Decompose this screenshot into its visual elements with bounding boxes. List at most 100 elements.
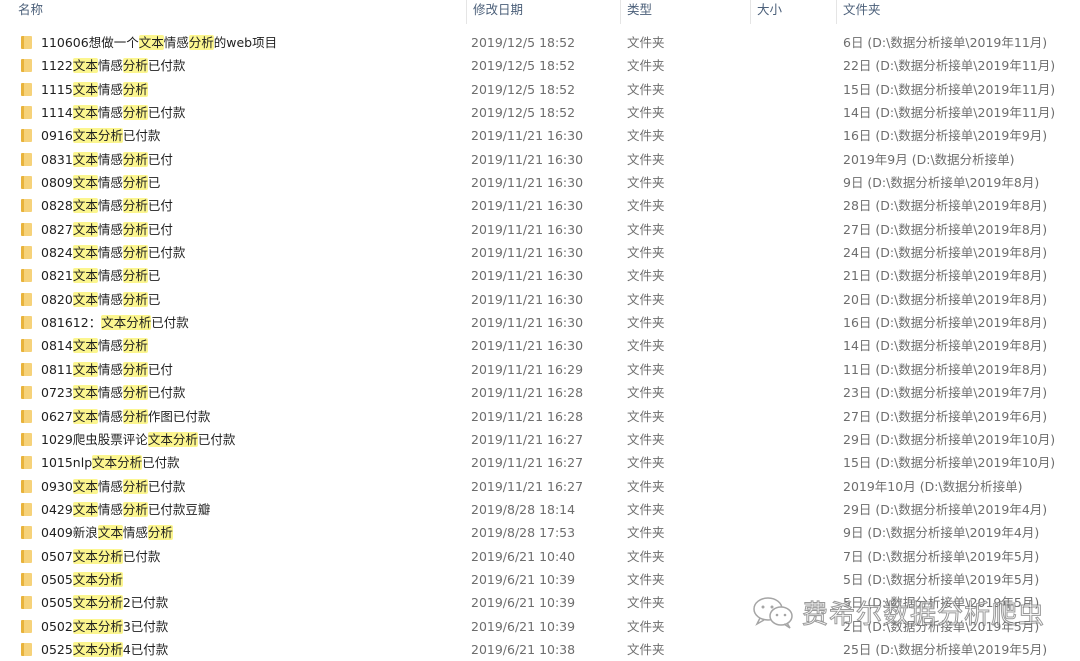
- folder-icon: [21, 642, 32, 656]
- table-row[interactable]: 0723文本情感分析已付款 2019/11/21 16:28 文件夹 23日 (D:\…: [0, 381, 1080, 404]
- file-name[interactable]: 0505文本分析2已付款: [41, 591, 168, 614]
- table-row[interactable]: 0811文本情感分析已付 2019/11/21 16:29 文件夹 11日 (D:\数…: [0, 358, 1080, 381]
- table-row[interactable]: 1015nlp文本分析已付款 2019/11/21 16:27 文件夹 15日 (D:…: [0, 451, 1080, 474]
- file-name[interactable]: 0916文本分析已付款: [41, 124, 160, 147]
- search-highlight: 文本分析: [72, 571, 123, 587]
- table-row[interactable]: 0409新浪文本情感分析 2019/8/28 17:53 文件夹 9日 (D:\数据分…: [0, 521, 1080, 544]
- file-name[interactable]: 0627文本情感分析作图已付款: [41, 405, 210, 428]
- table-row[interactable]: 110606想做一个文本情感分析的web项目 2019/12/5 18:52 文件夹…: [0, 31, 1080, 54]
- folder-icon: [21, 596, 32, 610]
- search-highlight: 分析: [188, 35, 214, 50]
- file-name[interactable]: 0821文本情感分析已: [41, 264, 160, 287]
- table-row[interactable]: 0627文本情感分析作图已付款 2019/11/21 16:28 文件夹 27日 (D…: [0, 405, 1080, 428]
- column-header-name[interactable]: 名称: [12, 0, 467, 24]
- table-row[interactable]: 0505文本分析2已付款 2019/6/21 10:39 文件夹 5日 (D:\数据分…: [0, 591, 1080, 614]
- file-name[interactable]: 0505文本分析: [41, 568, 123, 591]
- search-highlight: 文本: [138, 35, 164, 50]
- folder-icon-cell: [21, 316, 32, 330]
- file-name-text: 4已付款: [122, 641, 169, 657]
- file-name[interactable]: 0814文本情感分析: [41, 334, 148, 357]
- file-name[interactable]: 0409新浪文本情感分析: [41, 521, 173, 544]
- file-type: 文件夹: [627, 361, 665, 377]
- modified-date: 2019/11/21 16:30: [471, 151, 584, 167]
- table-row[interactable]: 0507文本分析已付款 2019/6/21 10:40 文件夹 7日 (D:\数据分析…: [0, 545, 1080, 568]
- file-name[interactable]: 0820文本情感分析已: [41, 288, 160, 311]
- file-name[interactable]: 0809文本情感分析已: [41, 171, 160, 194]
- file-name[interactable]: 1122文本情感分析已付款: [41, 54, 185, 77]
- folder-path: 2019年10月 (D:\数据分析接单): [843, 478, 1023, 494]
- table-row[interactable]: 1115文本情感分析 2019/12/5 18:52 文件夹 15日 (D:\数据分析…: [0, 78, 1080, 101]
- table-row[interactable]: 0916文本分析已付款 2019/11/21 16:30 文件夹 16日 (D:\数据…: [0, 124, 1080, 147]
- search-highlight: 分析: [122, 268, 148, 284]
- table-row[interactable]: 0824文本情感分析已付款 2019/11/21 16:30 文件夹 24日 (D:\…: [0, 241, 1080, 264]
- table-row[interactable]: 0930文本情感分析已付款 2019/11/21 16:27 文件夹 2019年10月…: [0, 475, 1080, 498]
- folder-icon: [21, 386, 32, 400]
- file-name[interactable]: 1114文本情感分析已付款: [41, 101, 185, 124]
- search-highlight: 分析: [122, 175, 148, 191]
- folder-icon-cell: [21, 386, 32, 400]
- table-row[interactable]: 0429文本情感分析已付款豆瓣 2019/8/28 18:14 文件夹 29日 (D:…: [0, 498, 1080, 521]
- table-row[interactable]: 0505文本分析 2019/6/21 10:39 文件夹 5日 (D:\数据分析接单\…: [0, 568, 1080, 591]
- file-name[interactable]: 0429文本情感分析已付款豆瓣: [41, 498, 210, 521]
- column-header-type[interactable]: 类型: [621, 0, 751, 24]
- file-name[interactable]: 0930文本情感分析已付款: [41, 475, 185, 498]
- file-name-text: 0814: [41, 338, 73, 354]
- file-name[interactable]: 0831文本情感分析已付: [41, 148, 173, 171]
- table-row[interactable]: 1122文本情感分析已付款 2019/12/5 18:52 文件夹 22日 (D:\数…: [0, 54, 1080, 77]
- folder-path: 29日 (D:\数据分析接单\2019年4月): [843, 501, 1048, 517]
- file-name[interactable]: 0827文本情感分析已付: [41, 218, 173, 241]
- column-header-type-label: 类型: [627, 2, 653, 17]
- file-name[interactable]: 0828文本情感分析已付: [41, 194, 173, 217]
- folder-path: 15日 (D:\数据分析接单\2019年10月): [843, 455, 1056, 471]
- file-type: 文件夹: [627, 105, 665, 121]
- table-row[interactable]: 0827文本情感分析已付 2019/11/21 16:30 文件夹 27日 (D:\数…: [0, 218, 1080, 241]
- file-name[interactable]: 0723文本情感分析已付款: [41, 381, 185, 404]
- folder-icon-cell: [21, 59, 32, 73]
- table-row[interactable]: 0525文本分析4已付款 2019/6/21 10:38 文件夹 25日 (D:\数据…: [0, 638, 1080, 661]
- file-name-text: 0809: [41, 175, 73, 191]
- table-row[interactable]: 081612：文本分析已付款 2019/11/21 16:30 文件夹 16日 (D:…: [0, 311, 1080, 334]
- search-highlight: 分析: [122, 245, 148, 261]
- file-name[interactable]: 0824文本情感分析已付款: [41, 241, 185, 264]
- table-row[interactable]: 0809文本情感分析已 2019/11/21 16:30 文件夹 9日 (D:\数据分…: [0, 171, 1080, 194]
- table-row[interactable]: 0821文本情感分析已 2019/11/21 16:30 文件夹 21日 (D:\数据…: [0, 264, 1080, 287]
- search-highlight: 文本: [72, 501, 98, 517]
- file-name[interactable]: 0811文本情感分析已付: [41, 358, 173, 381]
- folder-icon: [21, 36, 32, 49]
- file-name[interactable]: 0525文本分析4已付款: [41, 638, 168, 661]
- table-row[interactable]: 1029爬虫股票评论文本分析已付款 2019/11/21 16:27 文件夹 29日 …: [0, 428, 1080, 451]
- modified-date: 2019/11/21 16:29: [471, 361, 584, 377]
- file-name-text: 情感: [97, 268, 123, 284]
- folder-icon: [21, 619, 32, 633]
- file-name[interactable]: 0502文本分析3已付款: [41, 615, 168, 638]
- file-name-text: 情感: [97, 361, 123, 377]
- file-name-text: 1122: [41, 58, 73, 74]
- file-name[interactable]: 1029爬虫股票评论文本分析已付款: [41, 428, 235, 451]
- search-highlight: 文本分析: [147, 431, 198, 447]
- column-header-folder[interactable]: 文件夹: [837, 0, 1080, 24]
- file-name[interactable]: 081612：文本分析已付款: [41, 311, 189, 334]
- modified-date: 2019/11/21 16:30: [471, 175, 584, 191]
- column-header-size[interactable]: 大小: [751, 0, 836, 24]
- modified-date: 2019/11/21 16:28: [471, 408, 584, 424]
- table-row[interactable]: 0820文本情感分析已 2019/11/21 16:30 文件夹 20日 (D:\数据…: [0, 288, 1080, 311]
- search-highlight: 文本: [72, 151, 98, 167]
- folder-icon-cell: [21, 596, 32, 610]
- file-name[interactable]: 1015nlp文本分析已付款: [41, 451, 180, 474]
- table-row[interactable]: 0502文本分析3已付款 2019/6/21 10:39 文件夹 2日 (D:\数据分…: [0, 615, 1080, 638]
- table-row[interactable]: 1114文本情感分析已付款 2019/12/5 18:52 文件夹 14日 (D:\数…: [0, 101, 1080, 124]
- file-name-text: 0505: [41, 571, 73, 587]
- search-highlight: 分析: [147, 525, 173, 541]
- file-name[interactable]: 110606想做一个文本情感分析的web项目: [41, 31, 277, 54]
- table-row[interactable]: 0814文本情感分析 2019/11/21 16:30 文件夹 14日 (D:\数据分…: [0, 334, 1080, 357]
- table-row[interactable]: 0831文本情感分析已付 2019/11/21 16:30 文件夹 2019年9月 (…: [0, 148, 1080, 171]
- file-name[interactable]: 0507文本分析已付款: [41, 545, 160, 568]
- search-highlight: 文本: [72, 245, 98, 261]
- table-row[interactable]: 0828文本情感分析已付 2019/11/21 16:30 文件夹 28日 (D:\数…: [0, 194, 1080, 217]
- folder-icon-cell: [21, 36, 32, 49]
- file-name[interactable]: 1115文本情感分析: [41, 78, 148, 101]
- column-header-date[interactable]: 修改日期: [467, 0, 620, 24]
- file-name-text: 已付款: [147, 385, 186, 401]
- file-name-text: 0821: [41, 268, 73, 284]
- column-header-name-label: 名称: [18, 2, 44, 17]
